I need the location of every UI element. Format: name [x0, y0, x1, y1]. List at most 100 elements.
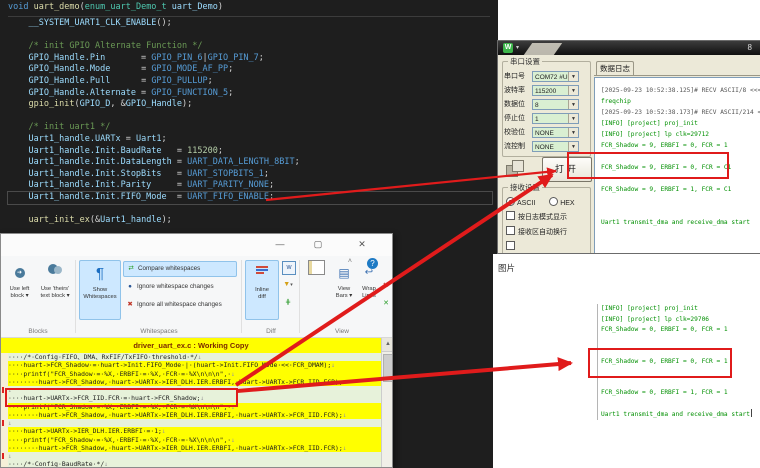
chevron-down-icon[interactable]: ▼ [568, 100, 578, 109]
diff-margin [1, 370, 8, 378]
ribbon-divider [299, 260, 300, 333]
field-dropdown[interactable]: COM72 #US▼ [532, 71, 579, 82]
log-line [601, 399, 760, 410]
maximize-button[interactable]: ▢ [302, 234, 334, 255]
screenshot-stage: void uart_demo(enum_uart_Demo_t uart_Dem… [0, 0, 760, 468]
chevron-down-icon[interactable]: ▾ [516, 44, 519, 51]
close-button[interactable]: ✕ [346, 234, 378, 255]
button-label: Whitespaces [83, 294, 116, 300]
switch-view-icon[interactable]: ⇆ [380, 280, 392, 292]
tab-data-log[interactable]: 数据日志 [596, 61, 634, 76]
serial-titlebar[interactable]: W ▾ 8 [498, 41, 760, 55]
code-line: GPIO_Handle.Alternate = GPIO_FUNCTION_5; [8, 88, 492, 100]
field-dropdown[interactable]: 1▼ [532, 113, 579, 124]
diff-text: ↓ [8, 386, 381, 394]
diff-text: ····printf("FCR_Shadow·=·%X,·ERBFI·=·%X,… [8, 403, 381, 411]
show-whitespaces-button[interactable]: ¶ Show Whitespaces [79, 260, 121, 320]
field-dropdown[interactable]: NONE▼ [532, 141, 579, 152]
eol-mark: ↓ [231, 403, 235, 411]
use-theirs-text-block-button[interactable]: Use 'theirs' text block ▾ [37, 260, 73, 320]
eol-mark: ↓ [331, 361, 335, 369]
receive-checkbox-row [506, 241, 518, 251]
diff-row: ········huart->FCR_Shadow,·huart->UARTx-… [1, 444, 381, 452]
diff-margin [1, 452, 8, 460]
collapse-ribbon-icon[interactable]: ˄ [348, 258, 352, 265]
radio-ascii[interactable] [506, 197, 515, 206]
use-left-block-button[interactable]: ➜ Use left block ▾ [3, 260, 36, 320]
open-port-button[interactable]: 打开 [542, 157, 592, 182]
diff-text: ········huart->FCR_Shadow,·huart->UARTx-… [8, 378, 381, 386]
checkbox[interactable] [506, 226, 515, 235]
compare-whitespaces-item[interactable]: ⇄Compare whitespaces [123, 261, 237, 277]
collapse-icon[interactable]: ✕ [380, 298, 392, 310]
field-dropdown[interactable]: NONE▼ [532, 127, 579, 138]
eol-mark: ↓ [231, 370, 235, 378]
view-bars-button[interactable]: ▤ View Bars ▾ [331, 260, 357, 320]
log-line [601, 151, 760, 162]
chevron-down-icon[interactable]: ▼ [568, 128, 578, 137]
code-line [8, 111, 492, 123]
checkbox[interactable] [506, 211, 515, 220]
button-label: Show [93, 287, 108, 293]
word-diff-icon[interactable]: w [282, 261, 296, 275]
radio-hex[interactable] [549, 197, 558, 206]
code-line: Uart1_handle.Init.StopBits = UART_STOPBI… [8, 169, 492, 181]
field-dropdown[interactable]: 8▼ [532, 99, 579, 110]
diff-margin [1, 403, 8, 411]
code-line: GPIO_Handle.Pin = GPIO_PIN_6|GPIO_PIN_7; [8, 53, 492, 65]
serial-log-area[interactable]: [2025-09-23 10:52:38.125]# RECV ASCII/8 … [594, 77, 760, 254]
diff-margin [1, 394, 8, 402]
compare-whitespaces-icon: ⇄ [126, 262, 136, 276]
radio-ascii-label: ASCII [517, 200, 535, 207]
use-theirs-icon [54, 266, 62, 274]
filter-icon[interactable]: ▼▾ [282, 279, 294, 291]
ignore-all-whitespace-item[interactable]: ✖Ignore all whitespace changes [123, 297, 237, 313]
log-line [601, 336, 760, 347]
diff-margin [1, 460, 8, 468]
code-line: GPIO_Handle.Pull = GPIO_PULLUP; [8, 76, 492, 88]
ignore-whitespace-changes-item[interactable]: ●Ignore whitespace changes [123, 279, 237, 295]
diff-row: ····/*·Config·BaudRate·*/↓ [1, 460, 381, 468]
scroll-up-icon[interactable]: ▲ [382, 338, 393, 352]
wrap-lines-button[interactable]: ↩ Wrap Lines [357, 260, 381, 320]
field-label: 流控制 [504, 141, 532, 151]
chevron-down-icon[interactable]: ▼ [568, 142, 578, 151]
titlebar-text: 8 [748, 43, 752, 52]
code-line: Uart1_handle.Init.BaudRate = 115200; [8, 146, 492, 158]
button-label: Use 'theirs' [41, 286, 69, 292]
log-line: [2025-09-23 10:52:38.173]# RECV ASCII/21… [601, 107, 760, 118]
diff-scrollbar[interactable]: ▲ [381, 338, 393, 467]
help-icon[interactable]: ? [367, 258, 378, 269]
serial-field-row: 停止位1▼ [504, 113, 579, 125]
log-line: FCR_Shadow = 0, ERBFI = 1, FCR = 1 [601, 388, 760, 399]
ignore-all-whitespace-icon: ✖ [125, 297, 135, 313]
log-line [601, 173, 760, 184]
field-label: 波特率 [504, 85, 532, 95]
minimize-button[interactable]: — [264, 234, 296, 255]
ignore-whitespace-icon: ● [125, 279, 135, 295]
chevron-down-icon[interactable]: ▼ [568, 114, 578, 123]
chevron-down-icon[interactable]: ▼ [568, 86, 578, 95]
log-line: [INFO] [project] lp clk=29712 [601, 129, 760, 140]
log-line [601, 195, 760, 206]
view-window-button[interactable] [303, 260, 329, 320]
diff-margin [1, 353, 8, 361]
diff-margin [1, 444, 8, 452]
code-line [8, 30, 492, 42]
connect-icon [506, 159, 528, 179]
pilcrow-icon: ¶ [80, 261, 120, 287]
inline-diff-button[interactable]: Inline diff [245, 260, 279, 320]
ribbon-divider [75, 260, 76, 333]
log-line: Uart1 transmit_dma and receive_dma start [601, 409, 760, 420]
receive-checkbox-row: 接收区自动换行 [506, 226, 567, 237]
button-label: diff [258, 294, 266, 300]
field-dropdown[interactable]: 115200▼ [532, 85, 579, 96]
checkbox[interactable] [506, 241, 515, 250]
scrollbar-thumb[interactable] [383, 354, 393, 382]
diff-content[interactable]: ····/*·Config·FIFO、DMA、RxFIF/TxFIFO·thre… [1, 353, 381, 468]
diff-titlebar[interactable]: — ▢ ✕ [1, 234, 392, 257]
eol-mark: ↓ [104, 460, 108, 468]
button-label: block ▾ [10, 293, 28, 299]
stats-icon[interactable]: ⋕ [282, 297, 294, 309]
chevron-down-icon[interactable]: ▼ [568, 72, 578, 81]
